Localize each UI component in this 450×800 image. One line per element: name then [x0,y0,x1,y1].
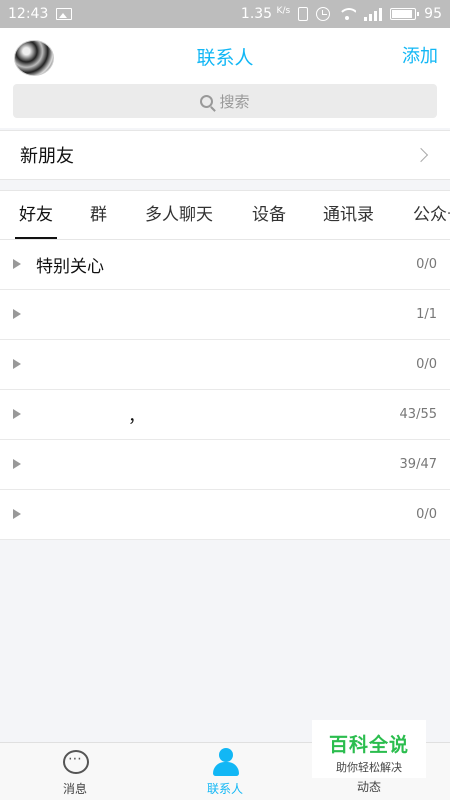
group-name: ， [128,407,145,427]
nav-contacts-label: 联系人 [206,782,243,796]
list-item[interactable]: ， 43/55 [0,390,450,440]
status-right-group: 1.35 K/s 95 [241,6,442,22]
chevron-right-icon [413,147,429,163]
network-speed-value: 1.35 [240,6,273,22]
group-count: 1/1 [416,307,437,322]
new-friends-label: 新朋友 [20,146,74,167]
avatar[interactable] [14,40,54,76]
expand-arrow-icon [13,359,21,369]
search-input[interactable]: 搜索 [13,84,437,118]
signal-icon [364,7,383,21]
expand-arrow-icon [13,459,21,469]
search-bar: 搜索 [0,84,450,128]
nav-contacts[interactable]: 联系人 [150,743,300,800]
tab-official-accounts[interactable]: 公众号 [413,191,450,239]
status-bar: 12:43 1.35 K/s 95 [0,0,450,28]
group-count: 0/0 [416,357,437,372]
search-icon [200,94,214,108]
status-time: 12:43 [8,6,49,22]
vibrate-icon [298,7,309,21]
page-title: 联系人 [196,46,254,69]
list-item[interactable]: 0/0 [0,490,450,540]
nav-messages-label: 消息 [62,782,87,796]
battery-level: 95 [424,6,442,22]
network-speed: 1.35 K/s [241,6,290,22]
battery-icon [390,8,420,20]
expand-arrow-icon [13,259,21,269]
group-name: 特别关心 [36,257,104,277]
add-button[interactable]: 添加 [402,42,438,68]
list-item[interactable]: 1/1 [0,290,450,340]
header: 联系人 添加 [0,28,450,84]
watermark-logo: 百科全说 助你轻松解决 [312,720,426,778]
search-placeholder: 搜索 [219,92,250,111]
watermark-subtitle: 助你轻松解决 [336,761,402,774]
contacts-icon [212,748,240,776]
group-count: 39/47 [399,457,437,472]
list-item[interactable]: 0/0 [0,340,450,390]
network-speed-unit: K/s [276,6,291,16]
tab-friends[interactable]: 好友 [15,191,57,239]
list-item[interactable]: 39/47 [0,440,450,490]
wifi-icon [338,8,357,20]
new-friends-row[interactable]: 新朋友 [0,130,450,180]
image-notification-icon [56,8,73,20]
group-count: 43/55 [399,407,437,422]
group-count: 0/0 [416,507,437,522]
tab-groups[interactable]: 群 [90,191,107,239]
tab-address-book[interactable]: 通讯录 [323,191,374,239]
expand-arrow-icon [13,409,21,419]
nav-feed-label: 动态 [356,780,381,794]
alarm-icon [316,7,331,21]
group-count: 0/0 [416,257,437,272]
list-item[interactable]: 特别关心 0/0 [0,240,450,290]
tab-devices[interactable]: 设备 [252,191,286,239]
watermark-title: 百科全说 [328,734,409,756]
message-bubble-icon [63,750,89,774]
expand-arrow-icon [13,309,21,319]
contact-tabs: 好友 群 多人聊天 设备 通讯录 公众号 [0,190,450,240]
tab-multi-chat[interactable]: 多人聊天 [145,191,213,239]
nav-messages[interactable]: 消息 [0,743,150,800]
friend-groups-list: 特别关心 0/0 1/1 0/0 ， 43/55 39/47 0/0 [0,240,450,540]
expand-arrow-icon [13,509,21,519]
